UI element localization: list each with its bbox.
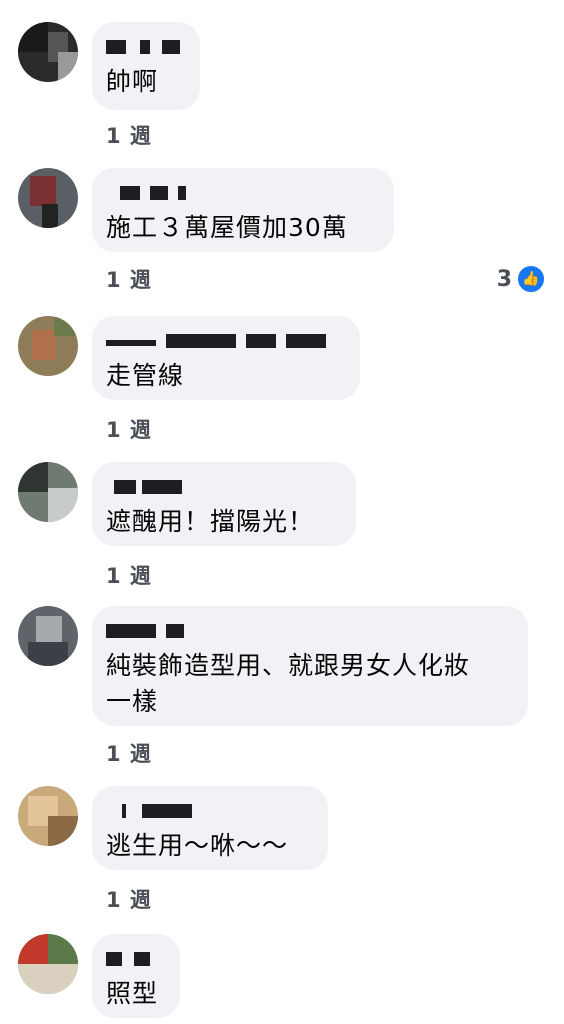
comment-time[interactable]: 1 週 xyxy=(106,414,152,444)
comment-time[interactable]: 1 週 xyxy=(106,884,152,914)
avatar[interactable] xyxy=(18,316,78,376)
comment-text: 照型 xyxy=(106,979,159,1008)
commenter-name-blurred[interactable] xyxy=(106,36,184,58)
comment-time[interactable]: 1 週 xyxy=(106,120,152,150)
comment-text: 走管線 xyxy=(106,361,185,390)
avatar[interactable] xyxy=(18,934,78,994)
comment-bubble: 走管線 xyxy=(92,316,360,400)
commenter-name-blurred[interactable] xyxy=(106,476,340,498)
commenter-name-blurred[interactable] xyxy=(106,948,164,970)
comment-time[interactable]: 1 週 xyxy=(106,738,152,768)
comment-time[interactable]: 1 週 xyxy=(106,560,152,590)
comment-bubble: 逃生用～咻～～ xyxy=(92,786,328,870)
reaction-count: 3 xyxy=(496,266,512,292)
comment-bubble: 施工３萬屋價加30萬 xyxy=(92,168,394,252)
commenter-name-blurred[interactable] xyxy=(106,620,512,642)
commenter-name-blurred[interactable] xyxy=(106,182,378,204)
comment-bubble: 遮醜用！擋陽光！ xyxy=(92,462,356,546)
avatar[interactable] xyxy=(18,168,78,228)
comment-text: 遮醜用！擋陽光！ xyxy=(106,507,315,536)
comment-bubble: 照型 xyxy=(92,934,180,1018)
comment-text: 純裝飾造型用、就跟男女人化妝 一樣 xyxy=(106,651,471,716)
commenter-name-blurred[interactable] xyxy=(106,330,344,352)
avatar[interactable] xyxy=(18,22,78,82)
avatar[interactable] xyxy=(18,462,78,522)
comment-text: 施工３萬屋價加30萬 xyxy=(106,213,348,242)
comment-text: 逃生用～咻～～ xyxy=(106,831,289,860)
comment-time[interactable]: 1 週 xyxy=(106,264,152,294)
comment-bubble: 帥啊 xyxy=(92,22,200,110)
reaction-summary[interactable]: 3 👍 xyxy=(497,264,546,294)
avatar[interactable] xyxy=(18,786,78,846)
comment-bubble: 純裝飾造型用、就跟男女人化妝 一樣 xyxy=(92,606,528,726)
avatar[interactable] xyxy=(18,606,78,666)
comment-text: 帥啊 xyxy=(106,67,159,96)
commenter-name-blurred[interactable] xyxy=(106,800,312,822)
like-icon: 👍 xyxy=(516,264,546,294)
